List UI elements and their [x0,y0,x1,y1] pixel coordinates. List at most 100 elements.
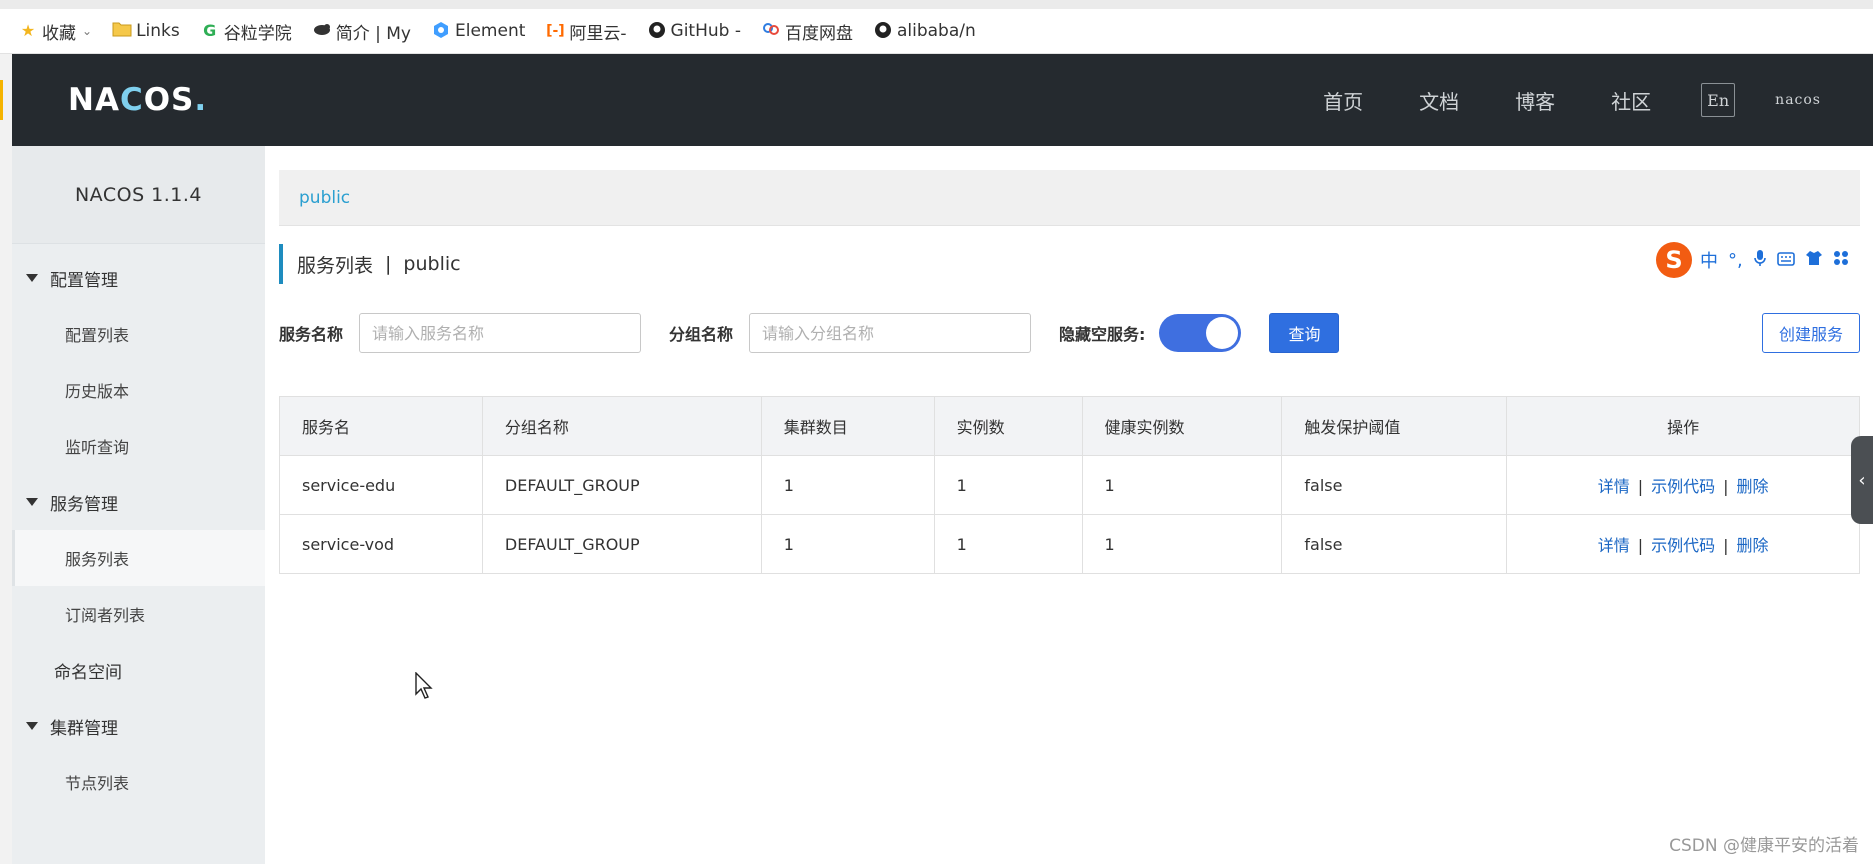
sidebar-item-service-list[interactable]: 服务列表 [12,530,265,586]
sidebar-group-label: 集群管理 [50,718,118,739]
column-header: 操作 [1506,396,1860,456]
sidebar-item-config-list[interactable]: 配置列表 [12,306,265,362]
bookmark-label: GitHub - [670,21,741,41]
query-button[interactable]: 查询 [1269,313,1340,353]
sidebar-group-label: 配置管理 [50,270,118,291]
baidu-cloud-icon [761,21,781,41]
detail-link[interactable]: 详情 [1598,536,1630,555]
logo-text-accent: C [119,82,144,118]
table-header-row: 服务名 分组名称 集群数目 实例数 健康实例数 触发保护阈值 操作 [279,396,1860,456]
bird-icon [312,21,332,41]
actions-cell: 详情 | 示例代码 | 删除 [1506,514,1860,574]
service-name-cell: service-edu [279,455,483,515]
group-name-input[interactable] [749,313,1032,353]
caret-down-icon [26,274,38,282]
threshold-cell: false [1281,514,1508,574]
bookmark-jianjie[interactable]: 简介 | My [312,19,411,44]
bookmark-label: Element [455,21,526,41]
bookmark-label: Links [136,21,180,41]
delete-link[interactable]: 删除 [1737,536,1769,555]
service-table: 服务名 分组名称 集群数目 实例数 健康实例数 触发保护阈值 操作 servic… [279,396,1860,574]
column-header: 服务名 [279,396,483,456]
github-icon [647,21,667,41]
nacos-logo[interactable]: NACOS. [68,82,207,118]
logo-dot: . [194,82,208,118]
namespace-bar: public [279,170,1860,226]
page-title-text: 服务列表 [297,254,374,277]
skin-shirt-icon[interactable] [1805,250,1823,271]
column-header: 分组名称 [481,396,762,456]
actions-cell: 详情 | 示例代码 | 删除 [1506,455,1860,515]
bookmark-guli[interactable]: G 谷粒学院 [200,19,292,44]
sidebar-item-nodes[interactable]: 节点列表 [12,754,265,810]
sample-code-link[interactable]: 示例代码 [1651,477,1715,496]
sidebar-group-label: 服务管理 [50,494,118,515]
namespace-tab-public[interactable]: public [299,188,350,208]
table-row: service-vod DEFAULT_GROUP 1 1 1 false 详情… [279,514,1860,574]
language-toggle-button[interactable]: En [1701,83,1736,117]
sidebar-item-history[interactable]: 历史版本 [12,362,265,418]
nav-blog[interactable]: 博客 [1515,86,1555,115]
watermark: CSDN @健康平安的活着 [1669,836,1859,856]
bookmark-label: 谷粒学院 [223,23,292,44]
sidebar-item-namespace[interactable]: 命名空间 [12,642,265,698]
mouse-cursor-icon [415,672,433,699]
healthy-count-cell: 1 [1081,514,1283,574]
sidebar-group-cluster[interactable]: 集群管理 [12,698,265,754]
healthy-count-cell: 1 [1081,455,1283,515]
bookmark-baidu[interactable]: 百度网盘 [761,19,853,44]
bookmark-label: 收藏 [42,23,76,44]
main-content: public 服务列表 | public 服务名称 分组名称 隐藏空服务: 查询… [265,146,1873,864]
sidebar-group-config[interactable]: 配置管理 [12,250,265,306]
bookmark-label: 百度网盘 [784,23,853,44]
bookmark-alibaba[interactable]: alibaba/n [873,21,976,41]
toolbox-grid-icon[interactable] [1833,250,1849,271]
g-logo-icon: G [203,21,217,40]
bookmark-github[interactable]: GitHub - [647,21,741,41]
punctuation-icon[interactable]: °, [1728,250,1743,271]
hide-empty-label: 隐藏空服务: [1059,325,1146,344]
action-separator: | [1723,477,1729,496]
logo-text-end: OS [143,82,195,118]
bookmark-label: 简介 | My [335,23,411,44]
hide-empty-toggle[interactable] [1159,314,1242,352]
top-header: NACOS. 首页 文档 博客 社区 En nacos [12,54,1873,146]
caret-down-icon [26,722,38,730]
ime-toolbar[interactable]: S 中 °, [1652,242,1853,278]
table-row: service-edu DEFAULT_GROUP 1 1 1 false 详情… [279,455,1860,515]
action-separator: | [1637,536,1644,555]
delete-link[interactable]: 删除 [1737,477,1769,496]
collapse-panel-button[interactable]: ‹ [1851,436,1873,524]
sample-code-link[interactable]: 示例代码 [1651,536,1715,555]
sidebar-item-listener[interactable]: 监听查询 [12,418,265,474]
sidebar-item-subscribers[interactable]: 订阅者列表 [12,586,265,642]
bookmark-favorites[interactable]: ★ 收藏 ⌄ [18,19,92,44]
toggle-knob [1206,317,1239,349]
bookmark-links[interactable]: Links [112,21,180,41]
chevron-down-icon: ⌄ [82,24,93,38]
folder-icon [112,21,132,41]
group-cell: DEFAULT_GROUP [481,514,762,574]
keyboard-icon[interactable] [1776,250,1795,271]
ime-language[interactable]: 中 [1700,247,1718,273]
nav-home[interactable]: 首页 [1323,86,1363,115]
microphone-icon[interactable] [1753,249,1767,272]
instance-count-cell: 1 [933,455,1083,515]
sidebar-version: NACOS 1.1.4 [12,146,265,244]
service-name-input[interactable] [359,313,642,353]
action-separator: | [1723,536,1729,555]
bookmarks-bar: ★ 收藏 ⌄ Links G 谷粒学院 简介 | My Element [-] … [0,0,1873,54]
create-service-button[interactable]: 创建服务 [1761,313,1860,353]
service-name-label: 服务名称 [279,325,344,344]
group-name-label: 分组名称 [669,325,734,344]
column-header: 健康实例数 [1081,396,1283,456]
sogou-logo-icon[interactable]: S [1656,242,1692,278]
aliyun-icon: [-] [546,23,565,39]
user-name[interactable]: nacos [1775,92,1821,108]
nav-community[interactable]: 社区 [1611,86,1651,115]
nav-docs[interactable]: 文档 [1419,86,1459,115]
bookmark-aliyun[interactable]: [-] 阿里云- [545,19,626,44]
detail-link[interactable]: 详情 [1598,477,1630,496]
sidebar-group-service[interactable]: 服务管理 [12,474,265,530]
bookmark-element[interactable]: Element [431,21,525,41]
